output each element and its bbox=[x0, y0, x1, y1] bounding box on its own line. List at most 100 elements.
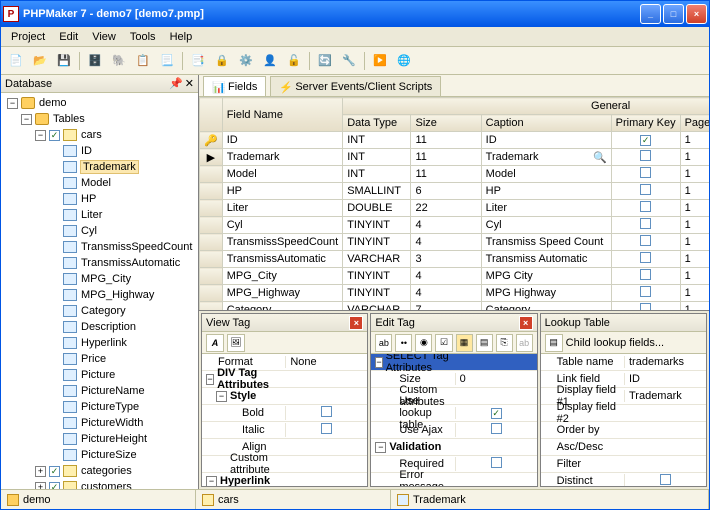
pk-checkbox[interactable] bbox=[640, 218, 651, 229]
table-row[interactable]: MPG_HighwayTINYINT4MPG Highway1 bbox=[200, 285, 710, 302]
view-tag-list[interactable]: FormatNone −DIV Tag Attributes −Style Bo… bbox=[202, 354, 367, 486]
edit-tag-list[interactable]: −SELECT Tag Attributes Size0 Custom attr… bbox=[371, 354, 536, 486]
distinct-checkbox[interactable] bbox=[660, 474, 671, 485]
toolbar-open-icon[interactable]: 📂 bbox=[29, 50, 51, 72]
toolbar-css-icon[interactable]: 📃 bbox=[156, 50, 178, 72]
pk-checkbox[interactable] bbox=[640, 269, 651, 280]
tree-node[interactable]: Price bbox=[7, 351, 198, 367]
pk-checkbox[interactable] bbox=[640, 235, 651, 246]
collapse-icon[interactable]: − bbox=[375, 357, 382, 368]
tree-node[interactable]: Cyl bbox=[7, 223, 198, 239]
toolbar-security-icon[interactable]: 🔒 bbox=[211, 50, 233, 72]
toolbar-html-icon[interactable]: 📋 bbox=[132, 50, 154, 72]
radio-tag-icon[interactable]: ◉ bbox=[415, 334, 432, 352]
tree-node[interactable]: TransmissSpeedCount bbox=[7, 239, 198, 255]
tree-node[interactable]: PictureHeight bbox=[7, 431, 198, 447]
table-row[interactable]: ModelINT11Model1 bbox=[200, 166, 710, 183]
tree-node[interactable]: PictureName bbox=[7, 383, 198, 399]
expand-icon[interactable]: + bbox=[35, 466, 46, 477]
tree-node[interactable]: −demo bbox=[7, 95, 198, 111]
fields-grid[interactable]: Field NameGeneralData TypeSizeCaptionPri… bbox=[199, 97, 709, 311]
tree-node[interactable]: Hyperlink bbox=[7, 335, 198, 351]
tree-node[interactable]: −Tables bbox=[7, 111, 198, 127]
table-row[interactable]: MPG_CityTINYINT4MPG City1 bbox=[200, 268, 710, 285]
pk-checkbox[interactable] bbox=[640, 150, 651, 161]
collapse-icon[interactable]: − bbox=[35, 130, 46, 141]
select-tag-icon[interactable]: ▦ bbox=[456, 334, 473, 352]
bold-checkbox[interactable] bbox=[321, 406, 332, 417]
tree-node[interactable]: MPG_Highway bbox=[7, 287, 198, 303]
toolbar-php-icon[interactable]: 🐘 bbox=[108, 50, 130, 72]
tree-node[interactable]: HP bbox=[7, 191, 198, 207]
tree-checkbox[interactable]: ✓ bbox=[49, 466, 60, 477]
tree-node[interactable]: TransmissAutomatic bbox=[7, 255, 198, 271]
file-tag-icon[interactable]: ⎘ bbox=[496, 334, 513, 352]
pk-checkbox[interactable] bbox=[640, 201, 651, 212]
toolbar-new-icon[interactable]: 📄 bbox=[5, 50, 27, 72]
hidden-tag-icon[interactable]: ab bbox=[516, 334, 533, 352]
toolbar-user-icon[interactable]: 👤 bbox=[259, 50, 281, 72]
password-tag-icon[interactable]: •• bbox=[395, 334, 412, 352]
display-1-value[interactable]: Trademark bbox=[624, 390, 706, 402]
tree-node[interactable]: Trademark bbox=[7, 159, 198, 175]
close-button[interactable]: × bbox=[686, 4, 707, 24]
italic-checkbox[interactable] bbox=[321, 423, 332, 434]
toolbar-db-icon[interactable]: 🗄️ bbox=[84, 50, 106, 72]
collapse-icon[interactable]: − bbox=[21, 114, 32, 125]
tree-node[interactable]: PictureType bbox=[7, 399, 198, 415]
menu-tools[interactable]: Tools bbox=[124, 29, 162, 45]
toolbar-lock-icon[interactable]: 🔓 bbox=[283, 50, 305, 72]
pk-checkbox[interactable]: ✓ bbox=[640, 135, 651, 146]
pk-checkbox[interactable] bbox=[640, 286, 651, 297]
status-table[interactable]: cars bbox=[196, 490, 391, 509]
pk-checkbox[interactable] bbox=[640, 252, 651, 263]
pk-checkbox[interactable] bbox=[640, 167, 651, 178]
tab-fields[interactable]: 📊Fields bbox=[203, 76, 266, 96]
status-db[interactable]: demo bbox=[1, 490, 196, 509]
textarea-tag-icon[interactable]: ▤ bbox=[476, 334, 493, 352]
format-image-icon[interactable]: 🖼 bbox=[227, 334, 245, 352]
database-tree[interactable]: −demo−Tables−✓carsIDTrademarkModelHPLite… bbox=[1, 93, 198, 489]
menu-project[interactable]: Project bbox=[5, 29, 51, 45]
toolbar-copy-icon[interactable]: 📑 bbox=[187, 50, 209, 72]
collapse-icon[interactable]: − bbox=[206, 476, 217, 487]
toolbar-save-icon[interactable]: 💾 bbox=[53, 50, 75, 72]
menu-view[interactable]: View bbox=[86, 29, 122, 45]
tree-node[interactable]: Picture bbox=[7, 367, 198, 383]
table-row[interactable]: ▶TrademarkINT11Trademark 🔍1 ⇅ bbox=[200, 149, 710, 166]
toolbar-sync-icon[interactable]: 🔄 bbox=[314, 50, 336, 72]
tree-node[interactable]: Model bbox=[7, 175, 198, 191]
panel-close-icon[interactable]: ✕ bbox=[185, 77, 194, 90]
lookup-list[interactable]: Table nametrademarks Link fieldID Displa… bbox=[541, 354, 706, 486]
tree-node[interactable]: −✓cars bbox=[7, 127, 198, 143]
size-value[interactable]: 0 bbox=[455, 373, 537, 385]
tree-checkbox[interactable]: ✓ bbox=[49, 482, 60, 490]
tree-node[interactable]: +✓categories bbox=[7, 463, 198, 479]
pk-checkbox[interactable] bbox=[640, 184, 651, 195]
format-text-icon[interactable]: A bbox=[206, 334, 224, 352]
table-row[interactable]: TransmissSpeedCountTINYINT4Transmiss Spe… bbox=[200, 234, 710, 251]
tree-node[interactable]: Description bbox=[7, 319, 198, 335]
tree-node[interactable]: MPG_City bbox=[7, 271, 198, 287]
prop-format-value[interactable]: None bbox=[285, 356, 367, 368]
required-checkbox[interactable] bbox=[491, 457, 502, 468]
tree-node[interactable]: Category bbox=[7, 303, 198, 319]
table-row[interactable]: CylTINYINT4Cyl1 bbox=[200, 217, 710, 234]
collapse-icon[interactable]: − bbox=[216, 391, 227, 402]
child-lookup-label[interactable]: Child lookup fields... bbox=[566, 337, 664, 349]
maximize-button[interactable]: □ bbox=[663, 4, 684, 24]
collapse-icon[interactable]: − bbox=[7, 98, 18, 109]
menu-help[interactable]: Help bbox=[164, 29, 199, 45]
use-lookup-checkbox[interactable]: ✓ bbox=[491, 408, 502, 419]
table-row[interactable]: TransmissAutomaticVARCHAR3Transmiss Auto… bbox=[200, 251, 710, 268]
menu-edit[interactable]: Edit bbox=[53, 29, 84, 45]
table-name-value[interactable]: trademarks bbox=[624, 356, 706, 368]
table-row[interactable]: LiterDOUBLE22Liter1 bbox=[200, 200, 710, 217]
table-row[interactable]: 🔑IDINT11ID✓1 bbox=[200, 132, 710, 149]
collapse-icon[interactable]: − bbox=[206, 374, 214, 385]
table-row[interactable]: CategoryVARCHAR7Category1 bbox=[200, 302, 710, 312]
tree-node[interactable]: ID bbox=[7, 143, 198, 159]
collapse-icon[interactable]: − bbox=[375, 442, 386, 453]
use-ajax-checkbox[interactable] bbox=[491, 423, 502, 434]
status-field[interactable]: Trademark bbox=[391, 490, 709, 509]
